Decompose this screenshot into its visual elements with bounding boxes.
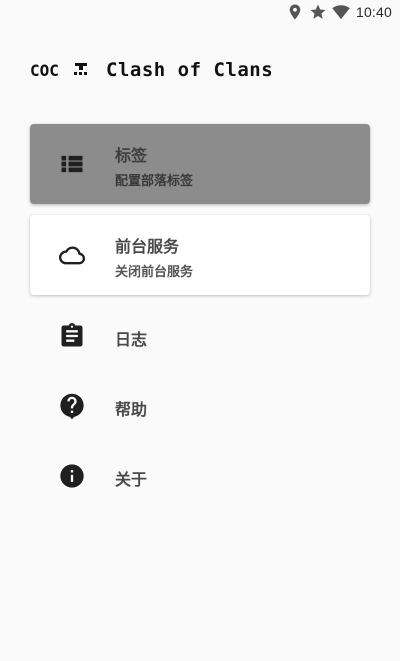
svg-text:COC: COC [30,61,59,80]
status-bar: 10:40 [0,0,400,24]
star-icon [310,4,326,19]
menu-item-foreground-service[interactable]: 前台服务 关闭前台服务 [30,215,370,295]
status-icons: 10:40 [281,3,392,21]
menu-item-log[interactable]: 日志 [30,306,370,365]
location-icon [289,4,301,20]
menu-item-title: 日志 [115,330,148,349]
wifi-icon [332,5,350,20]
app-header: COC Clash of Clans [30,56,370,84]
menu-item-about[interactable]: 关于 [30,446,370,505]
nav-menu: 标签 配置部落标签 前台服务 关闭前台服务 日志 帮助 关于 [30,124,370,516]
menu-item-subtitle: 关闭前台服务 [115,265,194,280]
cloud-icon [58,241,86,269]
app-logo: COC [30,61,87,80]
list-icon [58,150,86,178]
info-icon [58,462,86,490]
menu-item-title: 帮助 [115,400,148,419]
app-title: Clash of Clans [106,59,274,81]
menu-item-title: 标签 [115,146,148,165]
menu-item-subtitle: 配置部落标签 [115,174,194,189]
menu-item-title: 前台服务 [115,237,180,256]
menu-item-title: 关于 [115,470,148,489]
menu-item-tags[interactable]: 标签 配置部落标签 [30,124,370,204]
help-icon [58,392,86,420]
clipboard-icon [58,322,86,350]
status-time: 10:40 [355,4,392,20]
menu-item-help[interactable]: 帮助 [30,376,370,435]
